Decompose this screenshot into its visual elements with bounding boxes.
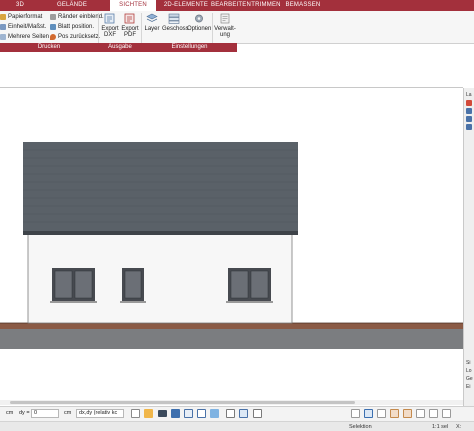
- panel-label-lo: Lo: [466, 368, 472, 374]
- location-pin-icon: [50, 33, 56, 40]
- raender-einblenden-button[interactable]: Ränder einblend.: [50, 12, 104, 21]
- settings-icon[interactable]: [416, 409, 425, 418]
- ground-layer: [0, 329, 463, 349]
- text-abc-icon[interactable]: [184, 409, 193, 418]
- tab-bemassen[interactable]: BEMASSEN: [284, 0, 322, 11]
- print-preview-icon[interactable]: [377, 409, 386, 418]
- gear-icon: [193, 13, 205, 24]
- toolbar-spacer: [0, 52, 474, 87]
- horizontal-scrollbar[interactable]: [0, 400, 463, 405]
- export-icon[interactable]: [429, 409, 438, 418]
- einheit-massstab-button[interactable]: Einheit/Maßst.: [0, 22, 46, 31]
- export-pdf-label-2: PDF: [124, 32, 136, 38]
- raender-label: Ränder einblend.: [58, 13, 104, 20]
- dy-value: 0: [34, 410, 38, 416]
- close-view-icon[interactable]: [442, 409, 451, 418]
- layer-button[interactable]: Layer: [143, 11, 161, 43]
- render-alt-icon[interactable]: [403, 409, 412, 418]
- mehrere-seiten-button[interactable]: Mehrere Seiten: [0, 32, 49, 41]
- frame-icon[interactable]: [226, 409, 235, 418]
- layer-side-panel[interactable]: La Si Lo Ge Ei: [463, 88, 474, 406]
- pencil-icon[interactable]: [197, 409, 206, 418]
- panel-label-si: Si: [466, 360, 471, 366]
- pos-zuruecksetzen-button[interactable]: Pos zurücksetz.: [50, 32, 100, 41]
- layers-icon: [146, 13, 158, 24]
- blatt-position-button[interactable]: Blatt position.: [50, 22, 94, 31]
- pages-icon: [0, 33, 6, 40]
- list-icon[interactable]: [158, 410, 167, 417]
- window-left: [50, 268, 97, 303]
- tab-trimmen[interactable]: TRIMMEN: [250, 0, 282, 11]
- render-icon[interactable]: [390, 409, 399, 418]
- roof: [23, 142, 298, 234]
- storey-icon: [168, 13, 180, 24]
- eave: [23, 231, 298, 235]
- group-einstellungen-label: Einstellungen: [142, 43, 237, 52]
- sheet-position-icon: [50, 23, 56, 30]
- papierformat-label: Papierformat: [8, 13, 43, 20]
- ground-soil: [0, 323, 463, 329]
- save-icon[interactable]: [171, 409, 180, 418]
- blatt-position-label: Blatt position.: [58, 23, 95, 30]
- tab-3d[interactable]: 3D: [10, 0, 30, 11]
- ribbon-panel: Papierformat Einheit/Maßst. Mehrere Seit…: [0, 11, 474, 53]
- group-drucken-label: Drucken: [0, 43, 98, 52]
- mehrere-seiten-label: Mehrere Seiten: [8, 33, 50, 40]
- view-icon[interactable]: [351, 409, 360, 418]
- page-view-icon[interactable]: [364, 409, 373, 418]
- dy-label: dy =: [19, 410, 30, 416]
- tab-bearbeiten[interactable]: BEARBEITEN: [211, 0, 251, 11]
- panel-label-ei: Ei: [466, 384, 471, 390]
- optionen-label: Optionen: [187, 26, 212, 32]
- grid-snap-icon[interactable]: [131, 409, 140, 418]
- papierformat-button[interactable]: Papierformat: [0, 12, 42, 21]
- unit-label-1: cm: [6, 410, 14, 416]
- window-right: [226, 268, 273, 303]
- panel-label-ge: Ge: [466, 376, 473, 382]
- tool-icon[interactable]: [210, 409, 219, 418]
- folder-icon[interactable]: [144, 409, 153, 418]
- layer-item-icon[interactable]: [466, 124, 472, 130]
- panel-top-label: La: [466, 92, 472, 98]
- scrollbar-thumb[interactable]: [10, 401, 355, 404]
- drawing-canvas[interactable]: [0, 88, 463, 400]
- input-mode-value: dx,dy (relativ kc: [79, 410, 118, 416]
- unit-label-2: cm: [64, 410, 72, 416]
- optionen-button[interactable]: Optionen: [187, 11, 211, 43]
- house-elevation-drawing: [0, 142, 463, 349]
- tab-gelaende[interactable]: GELÄNDE: [50, 0, 94, 11]
- geschoss-label: Geschoss: [162, 26, 189, 32]
- export-dxf-icon: [104, 13, 116, 24]
- export-dxf-label-2: DXF: [104, 32, 116, 38]
- input-mode-select[interactable]: dx,dy (relativ kc: [76, 409, 124, 418]
- zoom-icon[interactable]: [253, 409, 262, 418]
- ribbon-tab-bar: 3D GELÄNDE SICHTEN 2D-ELEMENTE BEARBEITE…: [0, 0, 474, 12]
- verwaltung-label-2: ung: [219, 32, 230, 38]
- dy-input[interactable]: 0: [31, 409, 59, 418]
- einheit-label: Einheit/Maßst.: [8, 23, 47, 30]
- page-format-icon: [0, 13, 6, 20]
- tab-2d-elemente[interactable]: 2D-ELEMENTE: [162, 0, 210, 11]
- margins-icon: [50, 13, 56, 20]
- layer-item-icon[interactable]: [466, 108, 472, 114]
- export-pdf-button[interactable]: Export PDF: [120, 11, 140, 43]
- window-icon[interactable]: [239, 409, 248, 418]
- geschoss-button[interactable]: Geschoss: [162, 11, 189, 43]
- coordinate-toolbar: cm dy = 0 cm dx,dy (relativ kc: [0, 406, 474, 421]
- ruler-icon: [0, 23, 6, 30]
- management-icon: [219, 13, 231, 24]
- verwaltung-button[interactable]: Verwalt- ung: [214, 11, 236, 43]
- export-dxf-button[interactable]: Export DXF: [101, 11, 119, 43]
- layer-item-icon[interactable]: [466, 116, 472, 122]
- group-ausgabe-label: Ausgabe: [99, 43, 141, 52]
- export-pdf-icon: [124, 13, 136, 24]
- layer-visibility-icon[interactable]: [466, 100, 472, 106]
- window-middle: [120, 268, 146, 303]
- layer-label: Layer: [144, 26, 160, 32]
- pos-zuruecksetzen-label: Pos zurücksetz.: [58, 33, 101, 40]
